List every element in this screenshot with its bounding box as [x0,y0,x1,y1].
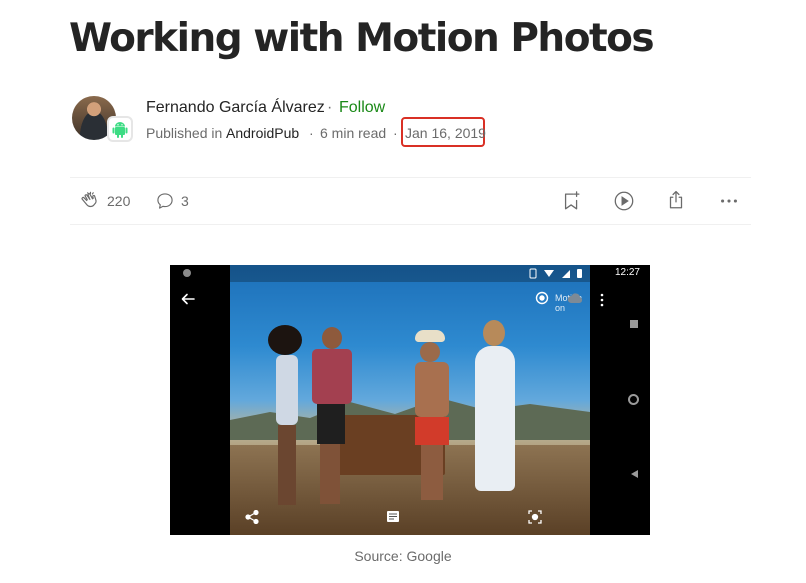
motion-icon[interactable] [535,291,549,305]
separator-dot: · [327,99,333,116]
back-arrow-icon[interactable] [181,293,195,305]
article-image: Motion on 12:27 [170,265,650,535]
follow-button[interactable]: Follow [339,99,385,117]
share-button[interactable] [665,189,687,211]
separator-dot: · [393,125,398,141]
divider-bottom [70,224,751,225]
cloud-icon [567,293,583,303]
person-2 [312,327,352,504]
response-count: 3 [181,193,189,209]
recents-nav-icon[interactable] [630,320,638,328]
home-nav-icon[interactable] [628,394,639,405]
more-button[interactable] [718,190,740,212]
status-bar: 12:27 [170,265,650,282]
android-icon [112,121,128,138]
published-in-label: Published in [146,125,223,141]
motion-photo: Motion on [230,265,590,535]
publication-logo[interactable] [107,116,133,142]
clap-icon [81,191,97,208]
clap-count: 220 [107,193,131,209]
back-nav-icon[interactable] [630,469,639,479]
play-circle-icon [614,191,634,211]
listen-button[interactable] [613,190,635,212]
separator-dot: · [309,125,314,141]
author-name[interactable]: Fernando García Álvarez [146,99,325,117]
clap-button[interactable]: 220 [79,190,130,212]
camera-dot-icon [183,269,191,277]
save-button[interactable] [561,190,583,212]
comment-icon [157,193,173,209]
lens-icon[interactable] [528,510,542,524]
person-4 [475,320,515,491]
person-3 [415,330,449,500]
status-icons [529,268,582,279]
read-time: 6 min read [320,125,387,141]
publication-link[interactable]: AndroidPub [226,125,299,141]
divider-top [70,177,751,178]
article-title: Working with Motion Photos [69,16,655,61]
more-horizontal-icon [721,199,737,203]
edit-photo-icon[interactable] [386,510,400,523]
responses-button[interactable]: 3 [155,191,189,211]
publish-date: Jan 16, 2019 [405,125,486,141]
status-time: 12:27 [614,267,640,278]
share-icon [669,190,683,209]
person-1 [268,325,302,505]
overflow-menu-icon[interactable] [599,293,605,307]
bookmark-plus-icon [564,191,580,210]
image-caption: Source: Google [354,548,452,564]
share-photo-icon[interactable] [245,510,259,524]
